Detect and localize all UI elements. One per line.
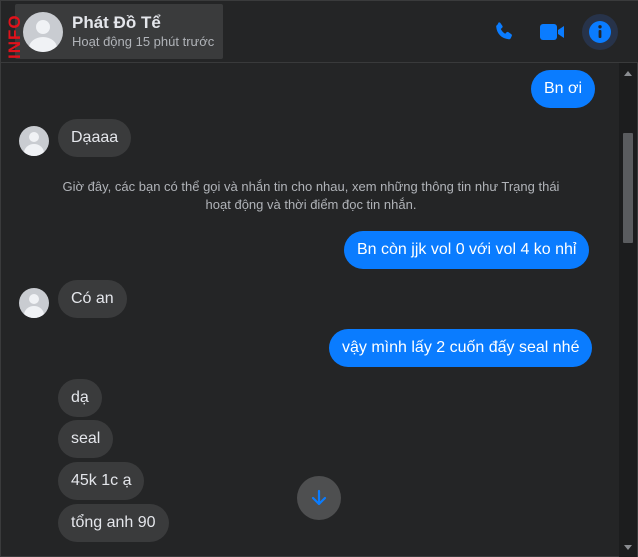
- scroll-up-arrow-icon[interactable]: [624, 71, 632, 76]
- chat-window: Phát Đồ Tể Hoạt động 15 phút trước INFO: [0, 0, 638, 557]
- scrollbar-thumb[interactable]: [623, 133, 633, 243]
- message-bubble[interactable]: Có an: [58, 280, 127, 318]
- info-icon: [589, 21, 611, 43]
- avatar[interactable]: [19, 126, 49, 156]
- contact-name: Phát Đồ Tể: [72, 13, 161, 32]
- info-button[interactable]: [582, 14, 618, 50]
- scroll-down-arrow-icon[interactable]: [624, 545, 632, 550]
- chat-header: Phát Đồ Tể Hoạt động 15 phút trước INFO: [1, 1, 638, 63]
- message-bubble[interactable]: dạ: [58, 379, 102, 417]
- message-bubble[interactable]: seal: [58, 420, 114, 458]
- contact-status: Hoạt động 15 phút trước: [72, 34, 215, 49]
- scroll-to-bottom-button[interactable]: [297, 476, 341, 520]
- message-bubble[interactable]: Bn ơi: [531, 70, 596, 108]
- arrow-down-icon: [311, 489, 327, 506]
- scrollbar[interactable]: [619, 63, 637, 557]
- message-bubble[interactable]: tổng anh 90: [58, 504, 169, 542]
- message-bubble[interactable]: vậy mình lấy 2 cuốn đấy seal nhé: [329, 329, 593, 367]
- message-bubble[interactable]: Bn còn jjk vol 0 với vol 4 ko nhỉ: [344, 231, 590, 269]
- video-call-button[interactable]: [534, 14, 570, 50]
- message-bubble[interactable]: Dạaaa: [58, 119, 132, 157]
- avatar[interactable]: [23, 11, 63, 52]
- contact-info[interactable]: Phát Đồ Tể Hoạt động 15 phút trước: [15, 4, 223, 59]
- avatar[interactable]: [19, 288, 49, 318]
- message-bubble[interactable]: 45k 1c ạ: [58, 462, 145, 500]
- system-notice: Giờ đây, các bạn có thể gọi và nhắn tin …: [62, 179, 560, 212]
- message-list[interactable]: Bn ơi Dạaaa Giờ đây, các bạn có thể gọi …: [1, 63, 620, 557]
- phone-icon: [496, 22, 512, 40]
- video-camera-icon: [540, 24, 564, 40]
- call-button[interactable]: [486, 14, 522, 50]
